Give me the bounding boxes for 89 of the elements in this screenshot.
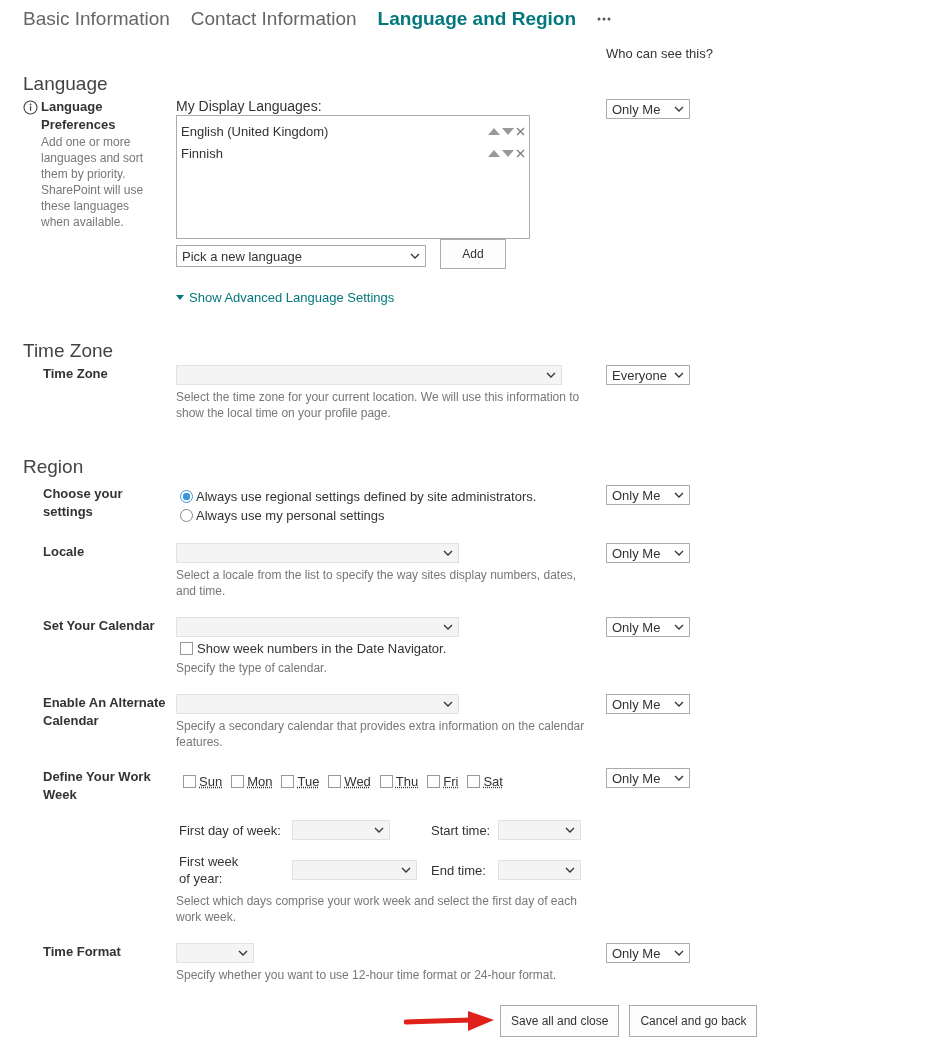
day-label: Thu (395, 774, 419, 789)
help-text: Specify whether you want to use 12-hour time format or 24-hour format. (176, 967, 558, 983)
visibility-dropdown[interactable]: Only Me (606, 543, 690, 563)
day-checkbox[interactable] (427, 775, 441, 788)
chevron-down-icon (410, 253, 420, 259)
day-checkbox[interactable] (183, 775, 196, 788)
close-icon[interactable] (516, 148, 525, 158)
footer-button[interactable]: Save all and close (500, 1005, 620, 1037)
radio-label: Always use regional settings defined by site administrators. (196, 489, 537, 504)
tab[interactable]: Basic Information (23, 8, 170, 30)
field-label: Set Your Calendar (43, 617, 156, 635)
help-text: Select which days comprise your work week and select the first day of each work week. (176, 893, 578, 925)
info-icon (23, 100, 38, 115)
chevron-down-icon (443, 624, 453, 630)
radio-button[interactable] (180, 509, 193, 522)
field-label: Language Preferences (41, 98, 117, 134)
visibility-dropdown[interactable]: Only Me (606, 485, 690, 505)
day-label: Sun (199, 774, 223, 789)
field-label: First day of week: (179, 821, 282, 839)
move-down-icon[interactable] (502, 127, 514, 135)
field-description: Add one or more languages and sort them by priority. SharePoint will use these languages when available. (41, 134, 145, 230)
field-label: Enable An Alternate Calendar (43, 694, 167, 730)
visibility-dropdown[interactable]: Only Me (606, 617, 690, 637)
field-label: Locale (43, 543, 86, 561)
day-label: Wed (344, 774, 371, 789)
tab[interactable]: Contact Information (190, 8, 357, 30)
chevron-down-icon (565, 867, 575, 873)
section-heading: Time Zone (22, 339, 115, 363)
language-item[interactable]: English (United Kingdom) (181, 123, 329, 139)
visibility-dropdown[interactable]: Only Me (606, 943, 690, 963)
chevron-down-icon (674, 492, 684, 498)
day-checkbox[interactable] (281, 775, 295, 788)
field-label: Choose your settings (43, 485, 124, 521)
language-picker[interactable]: Pick a new language (176, 245, 426, 267)
visibility-dropdown[interactable]: Only Me (606, 99, 690, 119)
chevron-down-icon (674, 106, 684, 112)
move-up-icon[interactable] (488, 127, 500, 135)
day-label: Fri (443, 774, 459, 789)
chevron-down-icon (546, 372, 556, 378)
field-label: Time Zone (43, 365, 109, 383)
day-checkbox[interactable] (467, 775, 481, 788)
chevron-down-icon (443, 550, 453, 556)
field-label: Time Format (43, 943, 122, 961)
chevron-down-icon (374, 827, 384, 833)
visibility-dropdown[interactable]: Only Me (606, 768, 690, 788)
chevron-down-icon (565, 827, 575, 833)
chevron-down-icon (238, 950, 248, 956)
checkbox[interactable] (180, 642, 193, 655)
chevron-down-icon (401, 867, 411, 873)
chevron-down-icon (674, 624, 684, 630)
more-icon[interactable] (597, 17, 612, 21)
tab[interactable]: Language and Region (377, 8, 577, 30)
caret-icon (176, 295, 184, 300)
move-up-icon[interactable] (488, 149, 500, 157)
day-label: Tue (297, 774, 320, 789)
chevron-down-icon (674, 701, 684, 707)
move-down-icon[interactable] (502, 149, 514, 157)
day-checkbox[interactable] (379, 775, 393, 788)
day-label: Mon (247, 774, 273, 789)
help-text: Select a locale from the list to specify the way sites display numbers, dates, and time. (176, 567, 578, 599)
close-icon[interactable] (516, 126, 525, 136)
list-label: My Display Languages: (176, 98, 323, 114)
day-checkbox[interactable] (231, 775, 245, 788)
help-text: Specify a secondary calendar that provides extra information on the calendar features. (176, 718, 586, 750)
section-heading: Region (22, 455, 85, 479)
column-header: Who can see this? (606, 46, 713, 61)
radio-button[interactable] (180, 490, 193, 503)
language-item[interactable]: Finnish (181, 145, 223, 161)
section-heading: Language (22, 72, 109, 96)
visibility-dropdown[interactable]: Only Me (606, 694, 690, 714)
day-checkbox[interactable] (328, 775, 342, 788)
day-label: Sat (483, 774, 503, 789)
chevron-down-icon (674, 550, 684, 556)
field-label: First week of year: (179, 853, 240, 887)
help-text: Specify the type of calendar. (176, 660, 328, 676)
field-label: Start time: (431, 821, 492, 839)
chevron-down-icon (443, 701, 453, 707)
chevron-down-icon (674, 372, 684, 378)
field-label: End time: (431, 861, 487, 879)
chevron-down-icon (674, 950, 684, 956)
field-label: Define Your Work Week (43, 768, 152, 804)
checkbox-label: Show week numbers in the Date Navigator. (197, 641, 447, 656)
chevron-down-icon (674, 775, 684, 781)
visibility-dropdown[interactable]: Everyone (606, 365, 690, 385)
help-text: Select the time zone for your current location. We will use this information to show the local time on your profile page. (176, 389, 581, 421)
radio-label: Always use my personal settings (196, 508, 385, 523)
advanced-settings-link[interactable]: Show Advanced Language Settings (176, 290, 395, 305)
footer-button[interactable]: Cancel and go back (629, 1005, 758, 1037)
add-button[interactable]: Add (440, 239, 506, 269)
